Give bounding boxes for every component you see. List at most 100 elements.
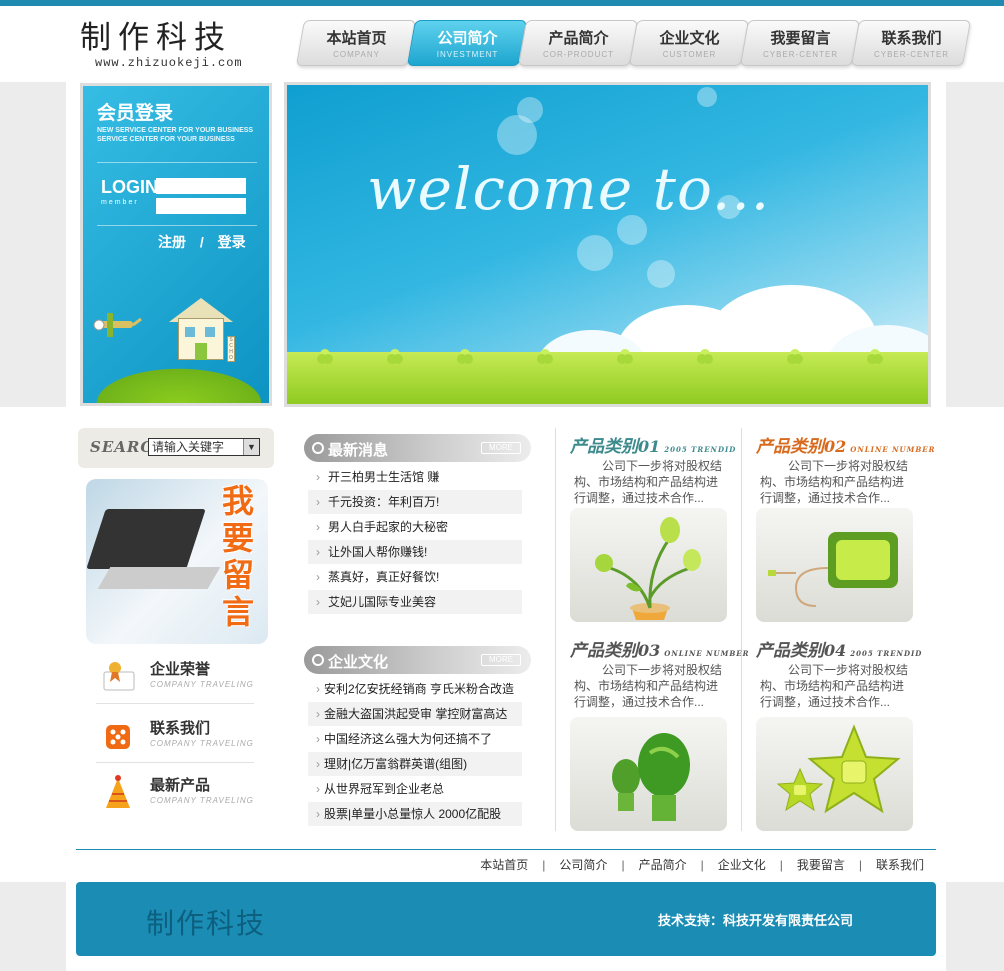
login-links: 注册 / 登录 bbox=[158, 232, 246, 252]
product-desc: 公司下一步将对股权结构、市场结构和产品结构进行调整，通过技术合作... bbox=[574, 459, 723, 505]
leave-message-ad[interactable]: 我要留言 bbox=[86, 479, 268, 644]
culture-more-button[interactable]: MORE bbox=[481, 654, 521, 666]
login-sub-line-2: SERVICE CENTER FOR YOUR BUSINESS bbox=[97, 136, 235, 143]
search-input[interactable]: 请输入关键字 ▼ bbox=[148, 438, 260, 456]
footer-sep: | bbox=[700, 858, 704, 872]
house-illustration bbox=[178, 318, 224, 360]
search-box: SEARCH 请输入关键字 ▼ bbox=[78, 428, 274, 468]
culture-item[interactable]: 从世界冠军到企业老总 bbox=[308, 777, 522, 802]
news-item[interactable]: 千元投资：年利百万! bbox=[308, 490, 522, 515]
login-panel: 会员登录 NEW SERVICE CENTER FOR YOUR BUSINES… bbox=[80, 83, 272, 406]
news-more-button[interactable]: MORE bbox=[481, 442, 521, 454]
product-card-3: 产品类别03 ONLINE NUMBER 公司下一步将对股权结构、市场结构和产品结… bbox=[570, 636, 750, 836]
sprout bbox=[387, 354, 397, 364]
register-link[interactable]: 注册 bbox=[158, 234, 186, 250]
top-accent-line bbox=[0, 0, 1004, 6]
nav-label: 公司简介 bbox=[437, 29, 498, 47]
culture-item[interactable]: 股票|单量小总量惊人 2000亿配股 bbox=[308, 802, 522, 827]
login-sub-line-1: NEW SERVICE CENTER FOR YOUR BUSINESS bbox=[97, 127, 254, 134]
culture-item[interactable]: 中国经济这么强大为何还搞不了 bbox=[308, 727, 522, 752]
footer-link-home[interactable]: 本站首页 bbox=[480, 858, 528, 872]
lightbulb-plant-illustration bbox=[595, 517, 701, 620]
chevron-down-icon[interactable]: ▼ bbox=[243, 439, 259, 455]
culture-title: 企业文化 bbox=[328, 653, 389, 671]
culture-header: 企业文化 MORE bbox=[304, 646, 531, 674]
nav-sub: CUSTOMER bbox=[662, 50, 717, 59]
product-title: 产品类别01 2005 TRENDID bbox=[570, 437, 737, 457]
main-nav: 本站首页 COMPANY 公司简介 INVESTMENT 产品简介 COR-PRODU… bbox=[295, 20, 972, 66]
product-desc: 公司下一步将对股权结构、市场结构和产品结构进行调整，通过技术合作... bbox=[760, 459, 909, 505]
laptop-keyboard bbox=[97, 567, 221, 589]
username-field[interactable] bbox=[156, 178, 246, 194]
signin-link[interactable]: 登录 bbox=[218, 234, 246, 250]
side-link-honors[interactable]: 企业荣誉 COMPANY TRAVELING bbox=[96, 652, 254, 704]
footer-support: 技术支持：科技开发有限责任公司 bbox=[658, 913, 854, 928]
culture-item[interactable]: 安利2亿安抚经销商 亨氏米粉合改造 bbox=[308, 677, 522, 702]
product-image[interactable] bbox=[570, 508, 727, 622]
laptop-illustration bbox=[86, 509, 206, 569]
side-link-contact[interactable]: 联系我们 COMPANY TRAVELING bbox=[96, 711, 254, 763]
bokeh-circle bbox=[697, 87, 717, 107]
side-link-new-products[interactable]: 最新产品 COMPANY TRAVELING bbox=[96, 768, 254, 820]
login-label: LOGIN bbox=[101, 177, 158, 197]
site-logo[interactable]: 制作科技 www.zhizuokeji.com bbox=[80, 20, 260, 70]
bullet-icon bbox=[312, 442, 324, 454]
culture-list: 安利2亿安抚经销商 亨氏米粉合改造 金融大盗国洪起受审 掌控财富高达 中国经济这… bbox=[308, 677, 522, 827]
login-subtitle: NEW SERVICE CENTER FOR YOUR BUSINESS SERV… bbox=[97, 126, 253, 144]
news-item[interactable]: 蒸真好，真正好餐饮! bbox=[308, 565, 522, 590]
nav-item-contact[interactable]: 联系我们 CYBER-CENTER bbox=[850, 20, 972, 66]
column-divider bbox=[555, 428, 556, 831]
nav-label: 我要留言 bbox=[770, 29, 831, 47]
product-title: 产品类别03 ONLINE NUMBER bbox=[570, 641, 750, 661]
side-link-title: 企业荣誉 bbox=[150, 660, 211, 678]
nav-sub: COR-PRODUCT bbox=[543, 50, 615, 59]
product-title: 产品类别04 2005 TRENDID bbox=[756, 641, 923, 661]
ad-text: 我要留言 bbox=[222, 482, 255, 631]
footer-link-about[interactable]: 公司简介 bbox=[559, 858, 607, 872]
nav-sub: CYBER-CENTER bbox=[873, 50, 950, 59]
product-card-1: 产品类别01 2005 TRENDID 公司下一步将对股权结构、市场结构和产品结构… bbox=[570, 432, 750, 632]
culture-item[interactable]: 理财|亿万富翁群英谱(组图) bbox=[308, 752, 522, 777]
news-item[interactable]: 艾妃儿国际专业美容 bbox=[308, 590, 522, 615]
school-sign: SCHOOL bbox=[227, 336, 235, 362]
divider bbox=[97, 162, 257, 163]
password-field[interactable] bbox=[156, 198, 246, 214]
side-link-sub: COMPANY TRAVELING bbox=[150, 739, 254, 748]
sprout bbox=[867, 354, 877, 364]
nav-item-about[interactable]: 公司简介 INVESTMENT bbox=[406, 20, 528, 66]
product-image[interactable] bbox=[756, 717, 913, 831]
footer: 制作科技 技术支持：科技开发有限责任公司 bbox=[76, 882, 936, 956]
nav-item-message[interactable]: 我要留言 CYBER-CENTER bbox=[739, 20, 861, 66]
culture-item[interactable]: 金融大盗国洪起受审 掌控财富高达 bbox=[308, 702, 522, 727]
footer-right-band bbox=[946, 882, 1004, 971]
side-link-sub: COMPANY TRAVELING bbox=[150, 680, 254, 689]
nav-item-culture[interactable]: 企业文化 CUSTOMER bbox=[628, 20, 750, 66]
product-image[interactable] bbox=[570, 717, 727, 831]
footer-link-culture[interactable]: 企业文化 bbox=[718, 858, 766, 872]
dice-icon bbox=[106, 725, 130, 749]
divider bbox=[97, 225, 257, 226]
nav-label: 产品简介 bbox=[548, 29, 609, 47]
nav-item-home[interactable]: 本站首页 COMPANY bbox=[295, 20, 417, 66]
nav-sub: INVESTMENT bbox=[436, 50, 499, 59]
footer-left-band bbox=[0, 882, 66, 971]
news-title: 最新消息 bbox=[328, 441, 389, 459]
news-item[interactable]: 让外国人帮你赚钱! bbox=[308, 540, 522, 565]
nav-item-products[interactable]: 产品简介 COR-PRODUCT bbox=[517, 20, 639, 66]
news-item[interactable]: 男人白手起家的大秘密 bbox=[308, 515, 522, 540]
footer-link-message[interactable]: 我要留言 bbox=[797, 858, 845, 872]
house-window bbox=[205, 327, 215, 337]
side-link-title: 联系我们 bbox=[150, 719, 211, 737]
login-member-label: member bbox=[101, 199, 139, 206]
green-device-illustration bbox=[768, 532, 898, 607]
footer-link-products[interactable]: 产品简介 bbox=[639, 858, 687, 872]
right-gray-band bbox=[946, 82, 1004, 407]
welcome-text: welcome to... bbox=[367, 155, 771, 223]
news-item[interactable]: 开三柏男士生活馆 赚 bbox=[308, 465, 522, 490]
product-image[interactable] bbox=[756, 508, 913, 622]
sprout bbox=[317, 354, 327, 364]
sprout bbox=[787, 354, 797, 364]
meadow bbox=[287, 352, 928, 404]
footer-link-contact[interactable]: 联系我们 bbox=[876, 858, 924, 872]
login-title: 会员登录 bbox=[97, 102, 174, 124]
